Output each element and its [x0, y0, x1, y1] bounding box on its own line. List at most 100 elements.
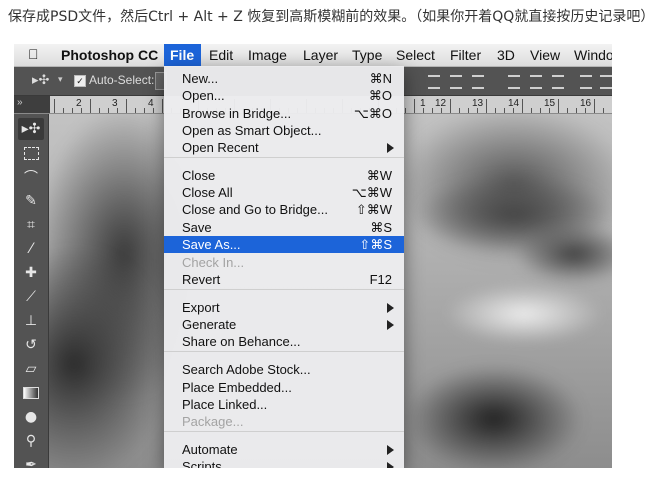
align-middle-icon[interactable] — [450, 75, 462, 89]
menu-item-place-linked[interactable]: Place Linked... — [164, 396, 404, 413]
menu-item-close-all[interactable]: Close All ⌥⌘W — [164, 184, 404, 201]
menu-edit[interactable]: Edit — [209, 47, 233, 63]
move-tool-icon[interactable]: ▸✣ — [32, 72, 49, 88]
submenu-arrow-icon — [387, 303, 394, 313]
distribute-bottom-icon[interactable] — [552, 75, 564, 89]
menu-item-label: Generate — [182, 317, 237, 332]
submenu-arrow-icon — [387, 143, 394, 153]
menu-item-export[interactable]: Export — [164, 299, 404, 316]
menu-item-label: Open as Smart Object... — [182, 123, 322, 138]
ruler-tick — [531, 108, 532, 113]
marquee-tool-icon[interactable] — [18, 142, 44, 164]
ruler-tick — [54, 99, 55, 113]
menu-item-new[interactable]: New... ⌘N — [164, 70, 404, 87]
menu-item-scripts[interactable]: Scripts — [164, 458, 404, 468]
menu-item-label: Close and Go to Bridge... — [182, 202, 328, 217]
move-tool-icon[interactable]: ▸✣ — [18, 118, 44, 140]
menu-item-label: Open... — [182, 88, 225, 103]
menu-item-browse-in-bridge[interactable]: Browse in Bridge... ⌥⌘O — [164, 105, 404, 122]
distribute-middle-icon[interactable] — [530, 75, 542, 89]
menu-item-generate[interactable]: Generate — [164, 316, 404, 333]
menu-item-check-in: Check In... — [164, 254, 404, 271]
app-name[interactable]: Photoshop CC — [61, 47, 158, 63]
ruler-tick — [108, 108, 109, 113]
menu-filter[interactable]: Filter — [450, 47, 481, 63]
menu-item-shortcut: ⌘N — [369, 71, 392, 86]
align-bottom-icon[interactable] — [472, 75, 484, 89]
menu-item-shortcut: ⌘S — [370, 220, 392, 235]
ruler-tick — [423, 108, 424, 113]
ruler-tick — [549, 108, 550, 113]
auto-select-checkbox[interactable]: ✓ Auto-Select: — [74, 73, 154, 87]
menu-item-place-embedded[interactable]: Place Embedded... — [164, 379, 404, 396]
menu-item-open[interactable]: Open... ⌘O — [164, 87, 404, 104]
align-top-icon[interactable] — [428, 75, 440, 89]
ruler-tick — [99, 108, 100, 113]
menu-3d[interactable]: 3D — [497, 47, 515, 63]
blur-tool-icon[interactable]: ● — [18, 406, 44, 428]
caption-text: 保存成PSD文件，然后Ctrl + Alt + Z 恢复到高斯模糊前的效果。（如… — [8, 9, 653, 25]
menu-item-label: Search Adobe Stock... — [182, 362, 311, 377]
menu-image[interactable]: Image — [248, 47, 287, 63]
collapse-panel-icon[interactable]: » — [17, 97, 23, 108]
quick-select-tool-icon[interactable]: ✎ — [18, 190, 44, 212]
ruler-tick — [90, 99, 91, 113]
menu-item-label: New... — [182, 71, 219, 86]
eyedropper-tool-icon[interactable]: ⁄ — [18, 238, 44, 260]
menu-type[interactable]: Type — [352, 47, 382, 63]
healing-brush-tool-icon[interactable]: ✚ — [18, 262, 44, 284]
menu-item-automate[interactable]: Automate — [164, 441, 404, 458]
submenu-arrow-icon — [387, 445, 394, 455]
menu-item-search-adobe-stock[interactable]: Search Adobe Stock... — [164, 361, 404, 378]
menu-bar:  Photoshop CC File Edit Image Layer Typ… — [14, 44, 612, 67]
chevron-down-icon[interactable]: ▾ — [58, 74, 63, 85]
ruler-tick — [162, 99, 163, 113]
ruler-tick — [495, 108, 496, 113]
ruler-tick — [540, 108, 541, 113]
ruler-tick — [153, 108, 154, 113]
history-brush-tool-icon[interactable]: ↺ — [18, 334, 44, 356]
menu-item-close-and-go-to-bridge[interactable]: Close and Go to Bridge... ⇧⌘W — [164, 201, 404, 218]
menu-layer[interactable]: Layer — [303, 47, 338, 63]
eraser-tool-icon[interactable]: ▱ — [18, 358, 44, 380]
menu-item-package: Package... — [164, 413, 404, 430]
menu-item-share-on-behance[interactable]: Share on Behance... — [164, 333, 404, 350]
gradient-tool-icon[interactable] — [18, 382, 44, 404]
distribute-left-icon[interactable] — [580, 75, 592, 89]
ruler-tick — [432, 108, 433, 113]
menu-item-save[interactable]: Save ⌘S — [164, 219, 404, 236]
menu-view[interactable]: View — [530, 47, 560, 63]
ruler-tick — [72, 108, 73, 113]
crop-tool-icon[interactable]: ⌗ — [18, 214, 44, 236]
ruler-tick — [63, 108, 64, 113]
brush-tool-icon[interactable]: ⟋ — [18, 286, 44, 308]
pen-tool-icon[interactable]: ✒ — [18, 454, 44, 468]
menu-item-label: Share on Behance... — [182, 334, 301, 349]
menu-item-close[interactable]: Close ⌘W — [164, 167, 404, 184]
ruler-tick — [558, 99, 559, 113]
menu-item-shortcut: ⌘W — [366, 168, 392, 183]
apple-icon[interactable]:  — [28, 46, 39, 62]
ruler-tick — [81, 108, 82, 113]
menu-item-shortcut: ⇧⌘W — [355, 202, 392, 217]
ruler-tick — [522, 99, 523, 113]
menu-file[interactable]: File — [164, 44, 201, 66]
menu-item-save-as[interactable]: Save As... ⇧⌘S — [164, 236, 404, 253]
ruler-tick — [594, 99, 595, 113]
distribute-top-icon[interactable] — [508, 75, 520, 89]
lasso-tool-icon[interactable]: ⌒ — [18, 166, 44, 188]
menu-item-open-as-smart-object[interactable]: Open as Smart Object... — [164, 122, 404, 139]
ruler-tick — [468, 108, 469, 113]
dodge-tool-icon[interactable]: ⚲ — [18, 430, 44, 452]
ruler-tick — [459, 108, 460, 113]
menu-item-revert[interactable]: Revert F12 — [164, 271, 404, 288]
clone-stamp-tool-icon[interactable]: ⊥ — [18, 310, 44, 332]
distribute-right-icon[interactable] — [600, 75, 612, 89]
menu-select[interactable]: Select — [396, 47, 435, 63]
menu-separator — [164, 289, 404, 290]
menu-item-open-recent[interactable]: Open Recent — [164, 139, 404, 156]
menu-window[interactable]: Windo — [574, 47, 612, 63]
tools-panel: ▸✣ ⌒ ✎ ⌗ ⁄ ✚ ⟋ ⊥ ↺ ▱ ● ⚲ ✒ — [14, 114, 49, 468]
menu-separator — [164, 157, 404, 158]
ruler-tick — [135, 108, 136, 113]
